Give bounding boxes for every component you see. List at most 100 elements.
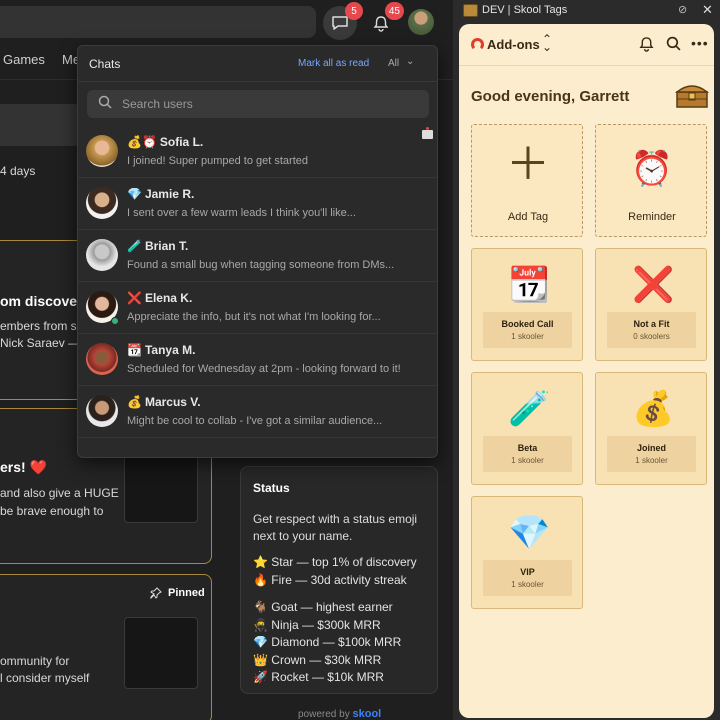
extension-titlebar: DEV | Skool Tags ⊘ ✕ bbox=[453, 0, 720, 22]
post-3-thumbnail[interactable] bbox=[124, 617, 198, 689]
status-emoji: ❌ bbox=[127, 291, 142, 305]
post-2-title: ers! ❤️ bbox=[0, 459, 48, 475]
tag-tile-beta[interactable]: 🧪 Beta 1 skooler bbox=[471, 372, 583, 485]
mark-all-read-link[interactable]: Mark all as read bbox=[298, 58, 369, 69]
gem-icon: 💎 bbox=[508, 514, 551, 552]
close-icon[interactable]: ✕ bbox=[702, 2, 713, 18]
chat-preview: Found a small bug when tagging someone f… bbox=[127, 259, 395, 271]
chevron-updown-icon[interactable]: ⌃ ⌄ bbox=[542, 33, 552, 53]
chat-list: 💰⏰ Sofia L. I joined! Super pumped to get… bbox=[78, 126, 437, 438]
status-line: 🚀 Rocket — $10k MRR bbox=[253, 670, 384, 684]
chat-item-brian[interactable]: 🧪 Brian T. Found a small bug when tagging… bbox=[78, 230, 437, 282]
skool-logo: skool bbox=[352, 708, 382, 720]
feed-input-strip[interactable] bbox=[0, 104, 80, 146]
status-line: 🔥 Fire — 30d activity streak bbox=[253, 572, 407, 587]
extension-panel: Add-ons ⌃ ⌄ ••• Good evening, Garrett ＋ A… bbox=[459, 24, 714, 718]
chat-name: 💰 Marcus V. bbox=[127, 395, 201, 409]
post-1-line: Nick Saraev — bbox=[0, 336, 81, 350]
post-2-thumbnail[interactable] bbox=[124, 455, 198, 523]
status-emoji: 💰⏰ bbox=[127, 135, 157, 149]
status-emoji: 📆 bbox=[127, 343, 142, 357]
status-title: Status bbox=[253, 481, 290, 495]
chat-button[interactable]: 5 bbox=[323, 2, 363, 40]
online-indicator bbox=[111, 317, 119, 325]
chat-preview: Might be cool to collab - I've got a sim… bbox=[127, 415, 383, 427]
chat-item-jamie[interactable]: 💎 Jamie R. I sent over a few warm leads I… bbox=[78, 178, 437, 230]
tag-name: Joined bbox=[636, 443, 666, 453]
avatar bbox=[86, 187, 118, 219]
greeting: Good evening, Garrett bbox=[471, 88, 630, 105]
search-icon bbox=[98, 95, 112, 109]
status-line: 🐐 Goat — highest earner bbox=[253, 600, 393, 614]
chat-name-text: Marcus V. bbox=[144, 395, 201, 409]
chevron-down-icon[interactable]: ⌄ bbox=[406, 56, 414, 67]
bell-icon[interactable] bbox=[639, 36, 654, 52]
unpin-icon[interactable]: ⊘ bbox=[678, 3, 687, 16]
add-tag-button[interactable]: ＋ Add Tag bbox=[471, 124, 583, 237]
powered-by-text: powered by bbox=[298, 709, 350, 720]
post-time: 4 days bbox=[0, 164, 36, 178]
window-title: DEV | Skool Tags bbox=[482, 4, 568, 16]
tag-name: Booked Call bbox=[501, 319, 554, 329]
tag-name: Beta bbox=[517, 443, 538, 453]
tag-info: Joined 1 skooler bbox=[607, 436, 696, 472]
addons-selector[interactable]: Add-ons bbox=[487, 37, 540, 52]
chat-search-input[interactable] bbox=[122, 95, 412, 113]
more-options-icon[interactable]: ••• bbox=[691, 35, 709, 51]
reminder-button[interactable]: ⏰ Reminder bbox=[595, 124, 707, 237]
tag-info: VIP 1 skooler bbox=[483, 560, 572, 596]
tag-tile-vip[interactable]: 💎 VIP 1 skooler bbox=[471, 496, 583, 609]
powered-by[interactable]: powered by skool bbox=[298, 708, 381, 720]
tag-tile-joined[interactable]: 💰 Joined 1 skooler bbox=[595, 372, 707, 485]
chat-item-marcus[interactable]: 💰 Marcus V. Might be cool to collab - I'v… bbox=[78, 386, 437, 438]
chat-bubble-icon bbox=[332, 16, 348, 30]
community-search-bar[interactable] bbox=[0, 6, 316, 38]
chat-item-elena[interactable]: ❌ Elena K. Appreciate the info, but it's … bbox=[78, 282, 437, 334]
pinned-text: Pinned bbox=[168, 587, 205, 599]
post-3-line: l consider myself bbox=[0, 671, 90, 685]
tag-tile-not-a-fit[interactable]: ❌ Not a Fit 0 skoolers bbox=[595, 248, 707, 361]
tag-info: Not a Fit 0 skoolers bbox=[607, 312, 696, 348]
tag-name: VIP bbox=[520, 567, 535, 577]
notifications-badge: 45 bbox=[384, 2, 404, 20]
tag-count: 1 skooler bbox=[511, 332, 544, 341]
status-emoji: 💰 bbox=[127, 395, 142, 409]
notifications-button[interactable]: 45 bbox=[364, 2, 404, 40]
status-line: 🥷 Ninja — $300k MRR bbox=[253, 617, 381, 632]
chat-preview: I sent over a few warm leads I think you… bbox=[127, 207, 356, 219]
status-line: 👑 Crown — $30k MRR bbox=[253, 652, 382, 667]
chat-item-sofia[interactable]: 💰⏰ Sofia L. I joined! Super pumped to get… bbox=[78, 126, 437, 178]
chat-name-text: Sofia L. bbox=[159, 135, 204, 149]
tag-name: Not a Fit bbox=[633, 319, 670, 329]
post-3-line: ommunity for bbox=[0, 654, 70, 668]
chats-header: Chats Mark all as read All ⌄ bbox=[78, 46, 437, 82]
calendar-icon: 📆 bbox=[508, 266, 551, 304]
test-tube-icon: 🧪 bbox=[508, 390, 551, 428]
avatar bbox=[86, 239, 118, 271]
chat-badge: 5 bbox=[345, 2, 363, 20]
post-1-line: embers from sk bbox=[0, 319, 83, 333]
addons-logo-icon bbox=[471, 38, 484, 51]
chats-dropdown: Chats Mark all as read All ⌄ 💰⏰Sofia L. … bbox=[77, 45, 438, 458]
chat-name: 💰⏰ Sofia L. bbox=[127, 135, 203, 149]
avatar bbox=[86, 135, 118, 167]
user-avatar[interactable] bbox=[408, 9, 434, 35]
chat-name-text: Brian T. bbox=[144, 239, 189, 253]
status-emoji: 🧪 bbox=[127, 239, 142, 253]
pinned-label: Pinned bbox=[150, 587, 205, 599]
extension-window: DEV | Skool Tags ⊘ ✕ Add-ons ⌃ ⌄ ••• Good… bbox=[453, 0, 720, 720]
extension-header: Add-ons ⌃ ⌄ ••• bbox=[459, 24, 714, 66]
nav-tab-games[interactable]: Games bbox=[3, 52, 45, 67]
tag-tile-booked-call[interactable]: 📆 Booked Call 1 skooler bbox=[471, 248, 583, 361]
add-tag-label: Add Tag bbox=[507, 211, 549, 223]
chat-item-tanya[interactable]: 📆 Tanya M. Scheduled for Wednesday at 2pm… bbox=[78, 334, 437, 386]
plus-icon: ＋ bbox=[506, 140, 550, 189]
chat-name: ❌ Elena K. bbox=[127, 291, 192, 305]
chat-preview: Scheduled for Wednesday at 2pm - looking… bbox=[127, 363, 401, 375]
status-description: Get respect with a status emoji next to … bbox=[253, 512, 418, 543]
post-2-line: be brave enough to bbox=[0, 504, 104, 518]
cross-mark-icon: ❌ bbox=[632, 266, 675, 304]
search-icon[interactable] bbox=[666, 36, 681, 51]
avatar bbox=[86, 395, 118, 427]
chat-filter-select[interactable]: All bbox=[388, 58, 399, 69]
